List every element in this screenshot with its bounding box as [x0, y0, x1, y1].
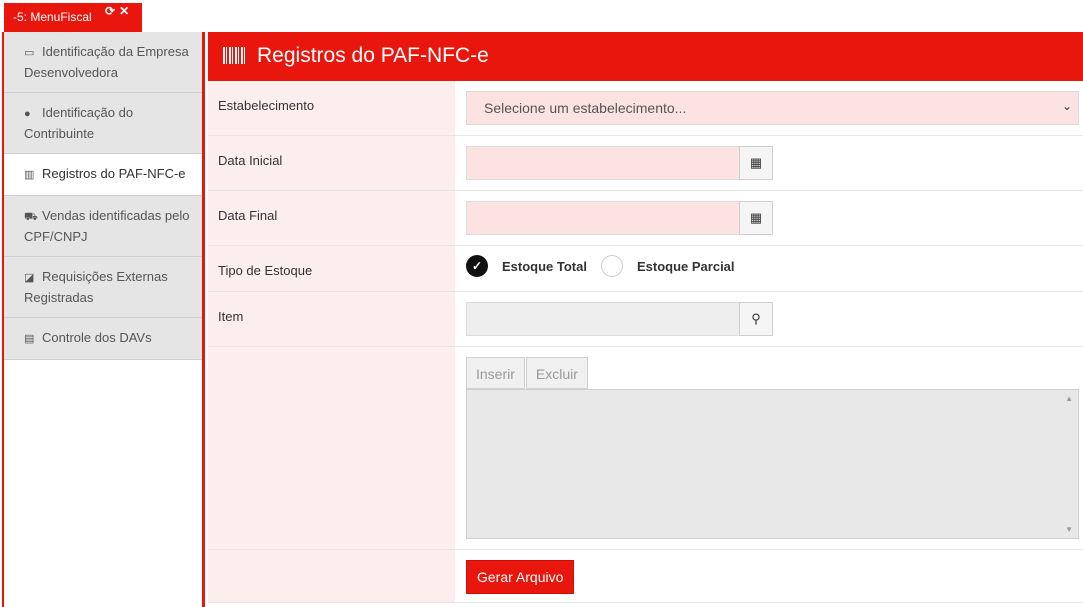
row-item: Item ⚲: [208, 292, 1083, 347]
scroll-up-icon[interactable]: ▲: [1065, 394, 1073, 403]
field-label: Estabelecimento: [208, 81, 455, 135]
field-label: Item: [208, 292, 455, 346]
page-title: Registros do PAF-NFC-e: [257, 44, 489, 67]
close-icon[interactable]: ✕: [119, 4, 129, 18]
data-final-input[interactable]: [466, 201, 739, 235]
tab-label: -5: MenuFiscal: [13, 10, 92, 24]
row-tipo-estoque: Tipo de Estoque ✓ Estoque Total Estoque …: [208, 246, 1083, 292]
field-label-empty: [208, 347, 455, 549]
radio-estoque-parcial[interactable]: Estoque Parcial: [600, 255, 735, 277]
row-item-list: Inserir Excluir ▲ ▼: [208, 347, 1083, 550]
radio-label: Estoque Total: [502, 258, 587, 274]
menu-fiscal-tab[interactable]: -5: MenuFiscal ⟳ ✕: [4, 3, 142, 32]
radio-estoque-total[interactable]: ✓ Estoque Total: [466, 255, 587, 277]
row-gerar: Gerar Arquivo: [208, 550, 1083, 603]
refresh-icon[interactable]: ⟳: [105, 4, 115, 18]
row-data-inicial: Data Inicial ▦: [208, 136, 1083, 191]
excluir-button[interactable]: Excluir: [525, 357, 588, 389]
calendar-icon[interactable]: ▦: [739, 201, 773, 235]
item-listbox[interactable]: ▲ ▼: [466, 389, 1079, 539]
item-input[interactable]: [466, 302, 739, 336]
scroll-down-icon[interactable]: ▼: [1065, 525, 1073, 534]
gerar-arquivo-button[interactable]: Gerar Arquivo: [466, 560, 575, 594]
inserir-button[interactable]: Inserir: [466, 357, 525, 389]
estabelecimento-select[interactable]: Selecione um estabelecimento... ⌄: [466, 91, 1079, 125]
data-inicial-input[interactable]: [466, 146, 739, 180]
chevron-down-icon: ⌄: [1061, 99, 1072, 113]
calendar-icon[interactable]: ▦: [739, 146, 773, 180]
field-label: Data Inicial: [208, 136, 455, 190]
radio-empty-icon: [600, 255, 623, 277]
field-label: Tipo de Estoque: [208, 246, 455, 291]
main-panel: Registros do PAF-NFC-e Estabelecimento S…: [208, 32, 1083, 607]
field-label-empty: [208, 550, 455, 602]
barcode-icon: [223, 47, 245, 64]
page-header: Registros do PAF-NFC-e: [208, 32, 1083, 81]
row-data-final: Data Final ▦: [208, 191, 1083, 246]
radio-label: Estoque Parcial: [636, 258, 735, 274]
row-estabelecimento: Estabelecimento Selecione um estabelecim…: [208, 81, 1083, 136]
check-icon: ✓: [466, 255, 488, 277]
select-placeholder: Selecione um estabelecimento...: [484, 100, 687, 116]
field-label: Data Final: [208, 191, 455, 245]
search-icon[interactable]: ⚲: [739, 302, 773, 336]
